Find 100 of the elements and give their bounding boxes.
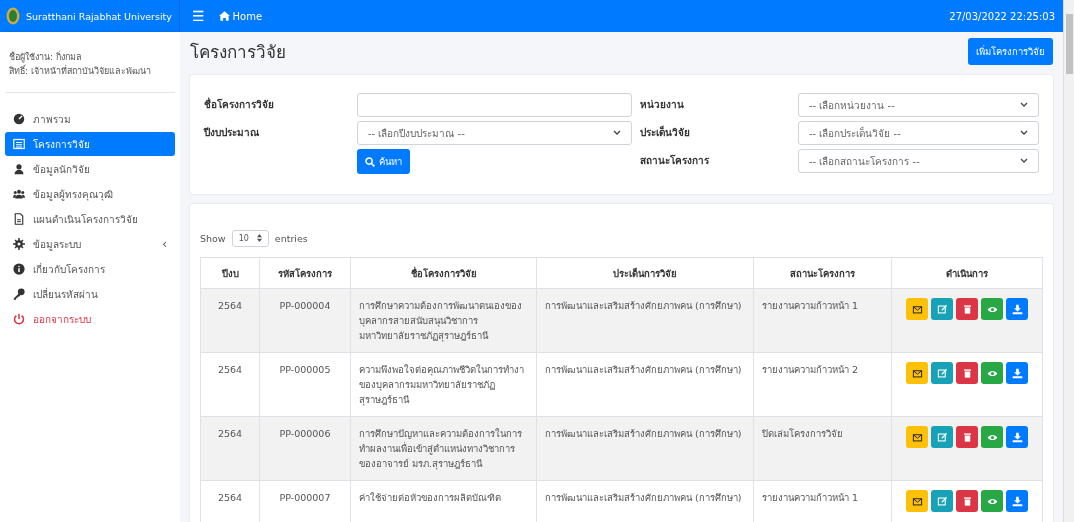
text-input-field[interactable] — [357, 93, 632, 117]
download-icon — [1011, 495, 1023, 507]
table-cell: 2564 — [200, 480, 260, 522]
trash-icon — [961, 303, 973, 315]
brand-name[interactable]: Suratthani Rajabhat University — [26, 10, 172, 22]
view-button[interactable] — [981, 426, 1003, 448]
download-button[interactable] — [1006, 298, 1028, 320]
page-title: โครงการวิจัย — [190, 41, 286, 64]
home-icon — [218, 11, 230, 21]
page-length-select[interactable]: 10 — [231, 230, 269, 247]
home-link[interactable]: Home — [218, 10, 263, 22]
table-cell: 2564 — [200, 416, 260, 481]
sort-arrows-icon — [256, 234, 262, 242]
chevron-down-icon — [613, 130, 621, 136]
table-cell: PP-000004 — [259, 288, 351, 353]
field-label: สถานะโครงการ — [640, 154, 710, 168]
select-field[interactable]: -- เลือกประเด็นวิจัย -- — [798, 121, 1039, 145]
envelope-icon — [911, 303, 923, 315]
download-button[interactable] — [1006, 490, 1028, 512]
search-icon — [365, 156, 375, 167]
mail-button[interactable] — [906, 298, 928, 320]
entries-label: entries — [274, 233, 308, 244]
download-icon — [1011, 431, 1023, 443]
user-info: ชื่อผู้ใช้งาน: กิ่งกมล สิทธิ์: เจ้าหน้าที่สถาบันวิจัยและพัฒนา — [5, 32, 175, 93]
sidebar-item[interactable]: โครงการวิจัย — [5, 132, 175, 156]
trash-icon — [961, 431, 973, 443]
users-icon — [13, 188, 25, 200]
column-header[interactable]: ชื่อโครงการวิจัย — [350, 257, 537, 289]
delete-button[interactable] — [956, 490, 978, 512]
column-header[interactable]: ปีงบ — [200, 257, 260, 289]
sidebar-item[interactable]: ข้อมูลผู้ทรงคุณวุฒิ — [5, 182, 175, 206]
sidebar-item[interactable]: เกี่ยวกับโครงการ — [5, 257, 175, 281]
view-button[interactable] — [981, 298, 1003, 320]
chevron-down-icon — [1020, 102, 1028, 108]
select-field[interactable]: -- เลือกหน่วยงาน -- — [798, 93, 1039, 117]
table-cell: การพัฒนาและเสริมสร้างศักยภาพคน (การศึกษา) — [536, 352, 754, 417]
scrollbar-thumb[interactable] — [1065, 14, 1073, 74]
pencil-icon — [936, 431, 948, 443]
select-field[interactable]: -- เลือกปีงบประมาณ -- — [357, 121, 632, 145]
delete-button[interactable] — [956, 298, 978, 320]
dashboard-icon — [13, 113, 25, 125]
field-label: หน่วยงาน — [640, 98, 685, 112]
university-logo-icon — [6, 7, 20, 25]
select-field[interactable]: -- เลือกสถานะโครงการ -- — [798, 149, 1039, 173]
pencil-icon — [936, 303, 948, 315]
envelope-icon — [911, 495, 923, 507]
field-label: ชื่อโครงการวิจัย — [204, 96, 275, 112]
envelope-icon — [911, 367, 923, 379]
show-label: Show — [200, 233, 226, 244]
column-header[interactable]: ประเด็นการวิจัย — [536, 257, 754, 289]
power-icon — [13, 313, 25, 325]
table-cell: การศึกษาปัญหาและความต้องการในการทำผลงานเพื่อเข้าสู่ตำแหน่งทางวิชาการของอาจารย์ มรภ.สุราษฎร์ธานี — [350, 416, 537, 481]
sidebar-item[interactable]: ข้อมูลนักวิจัย — [5, 157, 175, 181]
table-cell: การพัฒนาและเสริมสร้างศักยภาพคน (การศึกษา) — [536, 288, 754, 353]
menu-icon[interactable]: ☰ — [192, 8, 205, 24]
user-icon — [13, 163, 25, 175]
column-header[interactable]: สถานะโครงการ — [753, 257, 892, 289]
chevron-down-icon — [1020, 130, 1028, 136]
table-cell: PP-000005 — [259, 352, 351, 417]
table-cell: รายงานความก้าวหน้า 2 — [753, 352, 892, 417]
table-cell: การพัฒนาและเสริมสร้างศักยภาพคน (การศึกษา) — [536, 416, 754, 481]
table-cell: PP-000006 — [259, 416, 351, 481]
key-icon — [13, 288, 25, 300]
field-label: ปีงบประมาณ — [204, 126, 260, 140]
trash-icon — [961, 495, 973, 507]
table-cell: 2564 — [200, 352, 260, 417]
download-button[interactable] — [1006, 426, 1028, 448]
column-header[interactable]: รหัสโครงการ — [259, 257, 351, 289]
delete-button[interactable] — [956, 426, 978, 448]
search-button[interactable]: ค้นหา — [357, 149, 410, 174]
chevron-down-icon — [1020, 158, 1028, 164]
table-cell: 2564 — [200, 288, 260, 353]
download-button[interactable] — [1006, 362, 1028, 384]
mail-button[interactable] — [906, 490, 928, 512]
mail-button[interactable] — [906, 426, 928, 448]
pencil-icon — [936, 495, 948, 507]
info-icon — [13, 263, 25, 275]
view-button[interactable] — [981, 362, 1003, 384]
download-icon — [1011, 367, 1023, 379]
table-cell: รายงานความก้าวหน้า 1 — [753, 288, 892, 353]
trash-icon — [961, 367, 973, 379]
sidebar-item[interactable]: ออกจากระบบ — [5, 307, 175, 331]
sidebar-item[interactable]: ข้อมูลระบบ ‹ — [5, 232, 175, 256]
sidebar-item[interactable]: แผนดำเนินโครงการวิจัย — [5, 207, 175, 231]
list-icon — [13, 138, 25, 150]
sidebar-item[interactable]: เปลี่ยนรหัสผ่าน — [5, 282, 175, 306]
table-cell: ปิดเล่มโครงการวิจัย — [753, 416, 892, 481]
sidebar-item[interactable]: ภาพรวม — [5, 107, 175, 131]
view-button[interactable] — [981, 490, 1003, 512]
delete-button[interactable] — [956, 362, 978, 384]
envelope-icon — [911, 431, 923, 443]
add-project-button[interactable]: เพิ่มโครงการวิจัย — [968, 38, 1053, 65]
table-cell: ความพึงพอใจต่อคุณภาพชีวิตในการทำงาของบุคลากรมมหาวิทยาลัยราชภัฏสุราษฎร์ธานี — [350, 352, 537, 417]
pencil-icon — [936, 367, 948, 379]
column-header[interactable]: ดำเนินการ — [891, 257, 1043, 289]
gear-icon — [13, 238, 25, 250]
table-cell: การศึกษาความต้องการพัฒนาตนเองของบุคลากรสายสนับสนุนวิชาการมหาวิทยาลัยราชภัฏสุราษฎร์ธานี — [350, 288, 537, 353]
mail-button[interactable] — [906, 362, 928, 384]
file-icon — [13, 213, 25, 225]
date-time: 27/03/2022 22:25:03 — [949, 10, 1055, 22]
